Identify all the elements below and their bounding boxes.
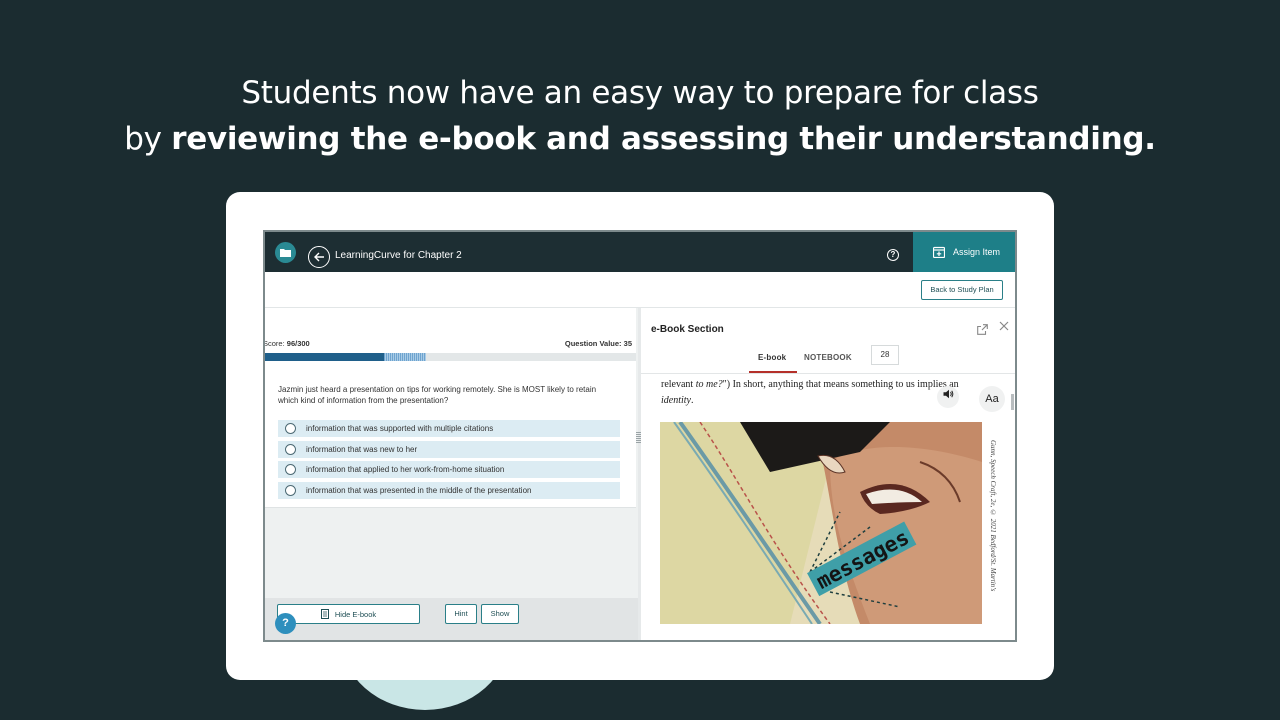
answer-option-label: information that was supported with mult… (306, 424, 494, 433)
headline: Students now have an easy way to prepare… (0, 70, 1280, 162)
ebook-text-italic: to me? (695, 379, 723, 390)
quiz-pane: Score: 96/300 Question Value: 35 Jazmin … (265, 308, 638, 640)
active-tab-indicator (749, 371, 797, 373)
tab-ebook[interactable]: E-book (758, 353, 786, 362)
question-value-label: Question Value: (564, 339, 622, 348)
assign-item-button[interactable]: Assign Item (913, 232, 1015, 272)
headline-line-2-prefix: by (124, 121, 172, 157)
headline-line-2: by reviewing the e-book and assessing th… (0, 116, 1280, 162)
ebook-illustration: messages (660, 422, 982, 624)
app-title: LearningCurve for Chapter 2 (335, 250, 462, 261)
tab-notebook[interactable]: NOTEBOOK (804, 353, 852, 362)
answer-option[interactable]: information that was supported with mult… (278, 420, 620, 437)
radio-button[interactable] (285, 443, 296, 455)
radio-button[interactable] (285, 423, 296, 434)
font-size-button[interactable]: Aa (979, 386, 1005, 412)
progress-completed (265, 353, 384, 361)
document-icon (320, 609, 329, 619)
answer-option[interactable]: information that was presented in the mi… (278, 481, 620, 499)
close-icon[interactable] (999, 320, 1009, 333)
ebook-text-part: ") In short, anything that means somethi… (722, 379, 959, 390)
answer-options: information that was supported with mult… (278, 420, 620, 502)
score-progress-bar (265, 353, 636, 361)
ebook-text-italic: identity (661, 395, 691, 406)
ebook-text-part: relevant (661, 379, 696, 390)
answer-option[interactable]: information that applied to her work-fro… (278, 461, 620, 478)
audio-icon[interactable] (937, 386, 959, 408)
illustration-credit: Gunn, Speech Craft, 2e, © 2021 Bedford/S… (989, 440, 997, 592)
answer-option-label: information that applied to her work-fro… (306, 465, 505, 474)
headline-line-2-bold: reviewing the e-book and assessing their… (171, 121, 1156, 157)
ebook-pane: e-Book Section E-book NOTEBOOK 28 releva… (641, 308, 1015, 640)
answer-option-label: information that was new to her (306, 444, 418, 454)
score-display: Score: 96/300 (263, 339, 310, 348)
headline-line-1: Students now have an easy way to prepare… (241, 75, 1039, 111)
back-arrow-icon[interactable] (308, 246, 330, 268)
answer-option-label: information that was presented in the mi… (306, 485, 532, 495)
show-button[interactable]: Show (481, 604, 519, 624)
hint-button[interactable]: Hint (445, 604, 477, 624)
quiz-card: Score: 96/300 Question Value: 35 Jazmin … (265, 308, 636, 508)
radio-button[interactable] (285, 484, 296, 496)
ebook-tabs: E-book NOTEBOOK 28 (641, 342, 1015, 374)
app-window: LearningCurve for Chapter 2 ? Assign Ite… (263, 230, 1017, 642)
quiz-footer: Hide E-book Hint Show ? (265, 598, 638, 640)
ebook-text-part: . (691, 395, 694, 406)
ebook-section-title: e-Book Section (651, 324, 724, 335)
question-value: 35 (623, 339, 632, 348)
external-link-icon[interactable] (977, 322, 988, 340)
question-text: Jazmin just heard a presentation on tips… (278, 385, 597, 405)
back-to-study-plan-button[interactable]: Back to Study Plan (921, 280, 1003, 300)
calendar-add-icon (933, 246, 945, 258)
hide-ebook-button[interactable]: Hide E-book (277, 604, 420, 624)
progress-pending (383, 353, 427, 361)
ebook-scrollbar[interactable] (1011, 394, 1014, 410)
score-label: Score: (263, 339, 285, 348)
answer-option[interactable]: information that was new to her (278, 440, 620, 458)
help-fab-icon[interactable]: ? (275, 613, 296, 634)
hide-ebook-label: Hide E-book (334, 609, 377, 619)
folder-icon[interactable] (275, 242, 296, 263)
assign-item-label: Assign Item (953, 247, 1001, 257)
sub-bar: Back to Study Plan (265, 272, 1015, 308)
radio-button[interactable] (285, 464, 296, 475)
page-number-field[interactable]: 28 (871, 345, 899, 365)
top-bar: LearningCurve for Chapter 2 ? Assign Ite… (265, 232, 1015, 272)
score-value: 96/300 (286, 339, 310, 348)
help-icon[interactable]: ? (887, 249, 899, 261)
question-value-display: Question Value: 35 (565, 339, 632, 348)
